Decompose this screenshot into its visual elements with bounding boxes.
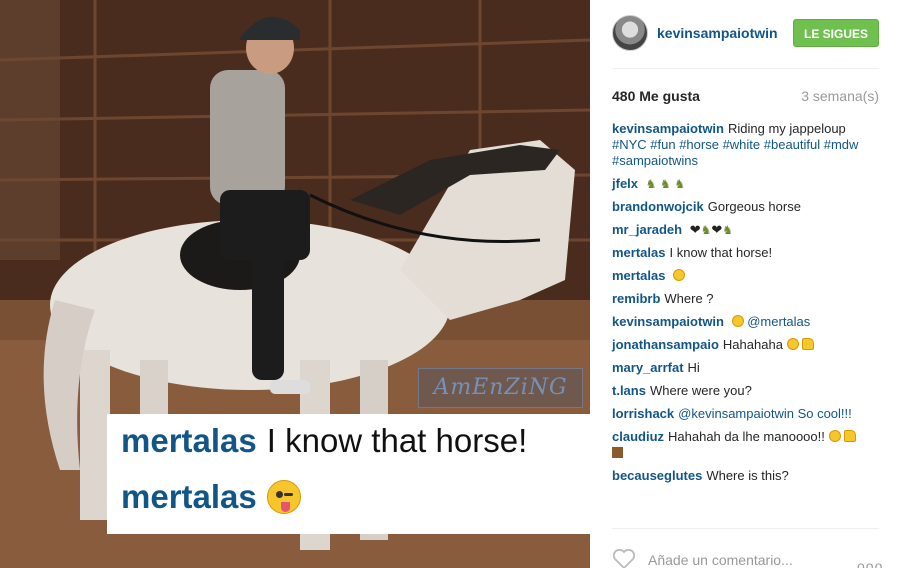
- list-item: becauseglutes Where is this?: [612, 468, 882, 484]
- comment-username[interactable]: jonathansampaio: [612, 337, 719, 352]
- comment-username[interactable]: lorrishack: [612, 406, 674, 421]
- list-item: mertalas: [612, 268, 882, 284]
- add-comment-input[interactable]: Añade un comentario...: [648, 552, 793, 568]
- avatar[interactable]: [612, 15, 648, 51]
- heart-outline-icon[interactable]: [612, 548, 636, 568]
- list-item: brandonwojcik Gorgeous horse: [612, 199, 882, 215]
- footer-divider: [612, 528, 879, 529]
- zoomed-comment-overlay: mertalas I know that horse! mertalas: [107, 414, 590, 534]
- comment-text: Riding my jappeloup: [727, 121, 846, 136]
- following-button[interactable]: LE SIGUES: [793, 19, 879, 47]
- thumbs-up-icon: [844, 430, 857, 442]
- heart-icon: ❤: [689, 222, 701, 237]
- brown-square-icon: [612, 447, 623, 458]
- comment-username[interactable]: remibrb: [612, 291, 660, 306]
- list-item: kevinsampaiotwin Riding my jappeloup #NYC…: [612, 121, 882, 169]
- watermark-logo: AmEnZiNG: [418, 368, 583, 408]
- comment-list: kevinsampaiotwin Riding my jappeloup #NYC…: [612, 121, 882, 491]
- post-header: kevinsampaiotwin LE SIGUES: [590, 0, 900, 68]
- comment-text: Hi: [687, 360, 700, 375]
- comment-text: Where ?: [664, 291, 714, 306]
- comment-username[interactable]: becauseglutes: [612, 468, 702, 483]
- list-item: jonathansampaio Hahahaha: [612, 337, 882, 353]
- smile-icon: [786, 338, 799, 350]
- comment-text: Gorgeous horse: [707, 199, 801, 214]
- overlay-text: I know that horse!: [266, 422, 528, 459]
- comment-text: Hahahah da lhe manoooo!!: [668, 429, 825, 444]
- list-item: kevinsampaiotwin @mertalas: [612, 314, 882, 330]
- grin-icon: [828, 430, 841, 442]
- comment-username[interactable]: brandonwojcik: [612, 199, 704, 214]
- heart-icon: ❤: [711, 222, 723, 237]
- comment-username[interactable]: claudiuz: [612, 429, 664, 444]
- overlay-username: mertalas: [121, 422, 257, 459]
- horse-icon: ♞: [660, 177, 671, 191]
- comment-text: Hahahaha: [722, 337, 783, 352]
- smile-icon: [673, 269, 686, 281]
- list-item: lorrishack @kevinsampaiotwin So cool!!!: [612, 406, 882, 422]
- header-divider: [612, 68, 879, 69]
- likes-count[interactable]: 480 Me gusta: [612, 88, 700, 104]
- thumbs-up-icon: [802, 338, 815, 350]
- list-item: remibrb Where ?: [612, 291, 882, 307]
- comment-username[interactable]: mertalas: [612, 245, 665, 260]
- hashtags[interactable]: #NYC #fun #horse #white #beautiful #mdw …: [612, 137, 858, 168]
- post-age[interactable]: 3 semana(s): [801, 88, 879, 104]
- comment-username[interactable]: mary_arrfat: [612, 360, 684, 375]
- comment-username[interactable]: mr_jaradeh: [612, 222, 682, 237]
- post-owner-username[interactable]: kevinsampaiotwin: [657, 25, 778, 41]
- mention[interactable]: @mertalas: [747, 314, 810, 329]
- comment-text: Where were you?: [649, 383, 752, 398]
- list-item: mr_jaradeh ❤♞❤♞: [612, 222, 882, 238]
- comment-username[interactable]: jfelx: [612, 176, 638, 191]
- horse-icon: ♞: [722, 223, 734, 237]
- comment-username[interactable]: mertalas: [612, 268, 665, 283]
- smile-icon: [731, 315, 744, 327]
- comment-username[interactable]: kevinsampaiotwin: [612, 121, 724, 136]
- post-photo: AmEnZiNG mertalas I know that horse! mer…: [0, 0, 590, 568]
- comment-username[interactable]: t.lans: [612, 383, 646, 398]
- list-item: mary_arrfat Hi: [612, 360, 882, 376]
- overlay-username: mertalas: [121, 478, 257, 515]
- comment-text: @kevinsampaiotwin So cool!!!: [678, 406, 852, 421]
- comment-text: I know that horse!: [669, 245, 773, 260]
- overlay-comment-1: mertalas I know that horse!: [121, 422, 527, 460]
- list-item: mertalas I know that horse!: [612, 245, 882, 261]
- overlay-comment-2: mertalas: [121, 478, 301, 516]
- comment-text: Where is this?: [706, 468, 789, 483]
- more-options-button[interactable]: ooo: [857, 558, 883, 568]
- horse-icon: ♞: [674, 177, 686, 191]
- comment-username[interactable]: kevinsampaiotwin: [612, 314, 724, 329]
- list-item: claudiuz Hahahah da lhe manoooo!!: [612, 429, 882, 461]
- horse-icon: ♞: [645, 177, 657, 191]
- post-side-panel: kevinsampaiotwin LE SIGUES 480 Me gusta …: [590, 0, 900, 568]
- list-item: t.lans Where were you?: [612, 383, 882, 399]
- horse-icon: ♞: [700, 223, 712, 237]
- list-item: jfelx ♞ ♞ ♞: [612, 176, 882, 192]
- winking-face-with-tongue-icon: [266, 480, 301, 514]
